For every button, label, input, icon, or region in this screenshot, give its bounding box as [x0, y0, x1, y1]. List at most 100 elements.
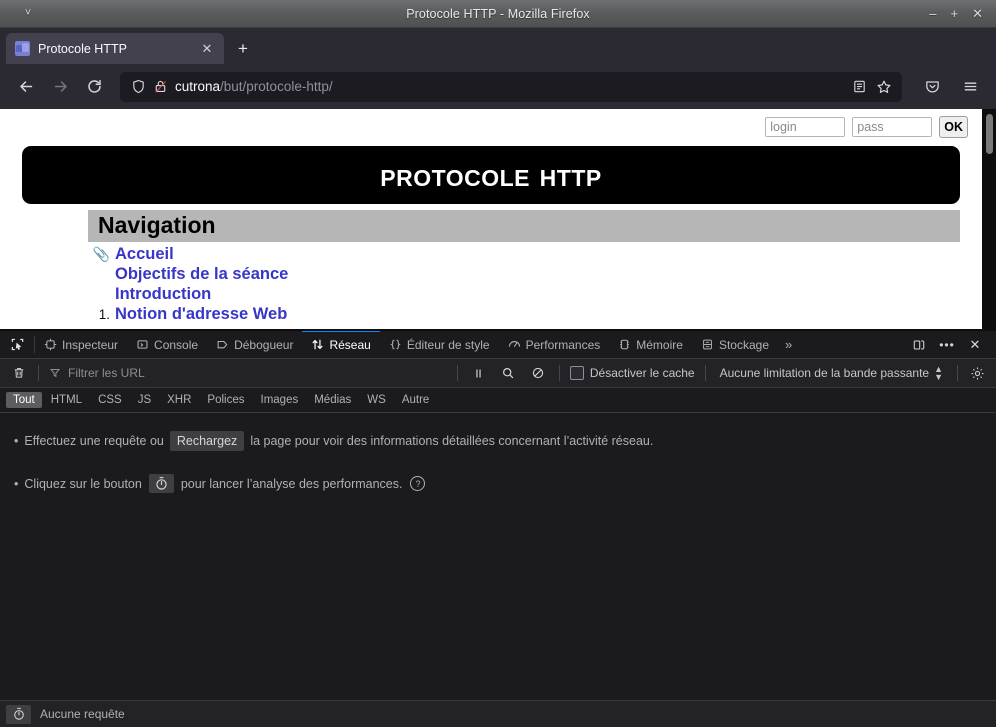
back-button[interactable]	[10, 71, 42, 103]
disable-cache-checkbox[interactable]: Désactiver le cache	[566, 366, 699, 380]
toolbar-divider	[558, 365, 560, 381]
type-filter-medias[interactable]: Médias	[307, 392, 358, 408]
scrollbar-thumb[interactable]	[986, 114, 993, 154]
close-devtools-icon[interactable]: ✕	[962, 331, 988, 358]
nav-link-notion-adresse-web[interactable]: Notion d'adresse Web	[115, 304, 287, 324]
login-input[interactable]	[765, 117, 846, 137]
tab-inspecteur[interactable]: Inspecteur	[35, 331, 127, 358]
empty-state-hint-performance: • Cliquez sur le bouton pour lancer l’an…	[0, 474, 996, 493]
style-editor-icon	[389, 338, 402, 351]
close-window-button[interactable]: ✕	[972, 7, 983, 20]
page-banner: Protocole HTTP	[22, 146, 960, 204]
close-tab-icon[interactable]: ✕	[199, 42, 215, 55]
page-scrollbar[interactable]	[982, 109, 996, 329]
network-status-bar: Aucune requête	[0, 700, 996, 727]
login-form: OK	[0, 109, 982, 138]
gear-icon[interactable]	[964, 362, 990, 385]
toolbar-divider	[38, 365, 39, 381]
devtools-options-icon[interactable]: •••	[934, 331, 960, 358]
maximize-button[interactable]: +	[951, 7, 959, 20]
devtools-tab-list: Inspecteur Console Débogueur Réseau Édit…	[35, 331, 906, 358]
paperclip-icon: 📎	[92, 246, 110, 262]
type-filter-polices[interactable]: Polices	[200, 392, 251, 408]
pause-recording-icon[interactable]	[464, 367, 493, 380]
minimize-button[interactable]: –	[929, 7, 936, 20]
window-title: Protocole HTTP - Mozilla Firefox	[406, 6, 590, 21]
type-filter-images[interactable]: Images	[254, 392, 306, 408]
tab-debogueur[interactable]: Débogueur	[207, 331, 302, 358]
tracking-protection-shield-icon[interactable]	[131, 79, 146, 94]
type-filter-ws[interactable]: WS	[360, 392, 393, 408]
type-filter-js[interactable]: JS	[131, 392, 158, 408]
nav-link-introduction[interactable]: Introduction	[115, 284, 211, 304]
tab-performances[interactable]: Performances	[499, 331, 610, 358]
storage-icon	[701, 338, 714, 351]
list-item[interactable]: Introduction	[88, 284, 960, 304]
bookmark-star-icon[interactable]	[876, 79, 892, 95]
reader-mode-icon[interactable]	[852, 79, 867, 94]
stopwatch-icon[interactable]	[6, 704, 31, 724]
web-page: OK Protocole HTTP Navigation 📎 Accueil O…	[0, 109, 982, 329]
save-to-pocket-icon[interactable]	[916, 71, 948, 103]
navigation-list: 📎 Accueil Objectifs de la séance Introdu…	[88, 244, 960, 325]
type-filter-css[interactable]: CSS	[91, 392, 129, 408]
tab-label: Éditeur de style	[406, 337, 490, 352]
throttling-select[interactable]: Aucune limitation de la bande passante ▲…	[712, 363, 951, 382]
toolbar-right-buttons	[916, 71, 986, 103]
chevron-down-icon: ˅	[24, 7, 32, 19]
url-bar-icons	[852, 79, 895, 95]
window-controls: – + ✕	[929, 7, 996, 20]
password-input[interactable]	[852, 117, 933, 137]
funnel-icon	[49, 367, 61, 379]
block-requests-icon[interactable]	[523, 366, 553, 380]
login-ok-button[interactable]: OK	[939, 116, 968, 138]
type-filter-autre[interactable]: Autre	[395, 392, 437, 408]
tab-strip: Protocole HTTP ✕ +	[0, 28, 996, 64]
url-bar[interactable]: cutrona/but/protocole-http/	[120, 71, 902, 102]
forward-button[interactable]	[44, 71, 76, 103]
tab-editeur-de-style[interactable]: Éditeur de style	[380, 331, 499, 358]
insecure-connection-lock-icon[interactable]	[153, 79, 168, 94]
nav-link-accueil[interactable]: Accueil	[115, 244, 174, 264]
element-picker-icon[interactable]	[0, 331, 34, 358]
memory-icon	[618, 338, 631, 351]
stopwatch-icon[interactable]	[148, 474, 174, 493]
list-item[interactable]: 1. Notion d'adresse Web	[88, 304, 960, 324]
navigation-section: Navigation 📎 Accueil Objectifs de la séa…	[88, 210, 960, 325]
url-path: /but/protocole-http/	[220, 79, 333, 94]
type-filter-tout[interactable]: Tout	[6, 392, 42, 408]
url-text[interactable]: cutrona/but/protocole-http/	[175, 79, 845, 94]
search-icon[interactable]	[493, 366, 523, 380]
tab-label: Performances	[525, 337, 601, 352]
browser-tab[interactable]: Protocole HTTP ✕	[6, 33, 224, 64]
dock-to-side-icon[interactable]	[906, 331, 932, 358]
hint-text-pre: Effectuez une requête ou	[24, 434, 164, 448]
firefox-window: ˅ Protocole HTTP - Mozilla Firefox – + ✕…	[0, 0, 996, 727]
tabs-overflow-button[interactable]: »	[778, 331, 799, 358]
nav-link-objectifs[interactable]: Objectifs de la séance	[115, 264, 288, 284]
type-filter-xhr[interactable]: XHR	[160, 392, 198, 408]
checkbox-box[interactable]	[569, 366, 584, 380]
tab-memoire[interactable]: Mémoire	[609, 331, 692, 358]
window-titlebar: ˅ Protocole HTTP - Mozilla Firefox – + ✕	[0, 0, 996, 28]
toolbar-divider	[957, 365, 958, 381]
type-filter-html[interactable]: HTML	[44, 392, 89, 408]
reload-button[interactable]	[78, 71, 110, 103]
new-tab-button[interactable]: +	[228, 33, 258, 63]
tab-reseau[interactable]: Réseau	[302, 331, 381, 358]
application-menu-icon[interactable]	[954, 71, 986, 103]
url-filter-input[interactable]: Filtrer les URL	[45, 366, 451, 380]
tab-stockage[interactable]: Stockage	[692, 331, 778, 358]
disable-cache-label: Désactiver le cache	[589, 366, 695, 380]
list-item[interactable]: Objectifs de la séance	[88, 264, 960, 284]
tab-label: Stockage	[718, 337, 769, 352]
tab-console[interactable]: Console	[127, 331, 207, 358]
help-icon[interactable]: ?	[410, 476, 426, 491]
window-menu-button[interactable]: ˅	[0, 0, 56, 27]
chevron-updown-icon: ▲ ▼	[934, 363, 943, 382]
list-item[interactable]: 📎 Accueil	[88, 244, 960, 264]
trash-icon[interactable]	[6, 362, 32, 385]
reload-page-button[interactable]: Rechargez	[169, 431, 245, 451]
tab-label: Réseau	[329, 337, 371, 352]
request-count-label: Aucune requête	[40, 707, 125, 721]
